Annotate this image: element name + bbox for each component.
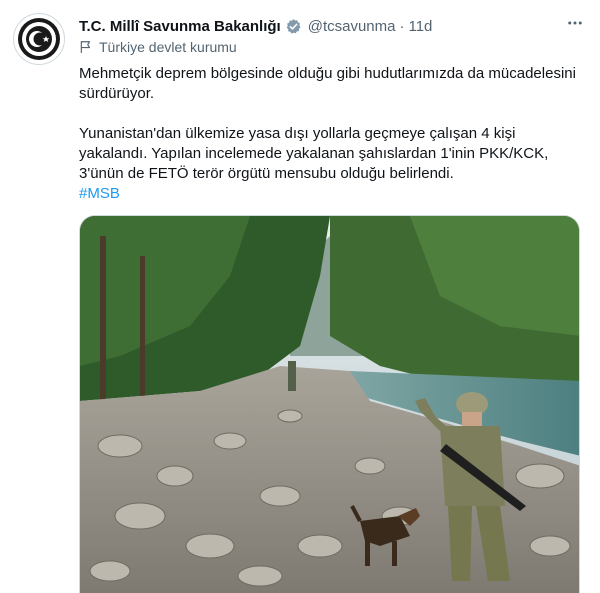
tweet-timestamp[interactable]: 11d — [408, 18, 432, 35]
ministry-emblem-icon — [18, 18, 60, 60]
tweet-paragraph-2: Yunanistan'dan ülkemize yasa dışı yollar… — [79, 125, 549, 182]
photo-soldier-dog-riverbed — [80, 216, 579, 593]
tweet-paragraph-1: Mehmetçik deprem bölgesinde olduğu gibi … — [79, 65, 576, 102]
display-name[interactable]: T.C. Millî Savunma Bakanlığı — [79, 18, 281, 35]
account-handle[interactable]: @tcsavunma — [308, 18, 396, 35]
verified-badge-icon[interactable] — [285, 18, 302, 35]
avatar[interactable] — [13, 13, 65, 65]
affiliation-label[interactable]: Türkiye devlet kurumu — [79, 39, 237, 55]
tweet-card[interactable]: T.C. Millî Savunma Bakanlığı @tcsavunma … — [0, 0, 600, 593]
affiliation-text: Türkiye devlet kurumu — [99, 39, 237, 55]
flag-icon — [80, 41, 91, 53]
tweet-photo[interactable] — [79, 215, 580, 593]
separator-dot: · — [399, 17, 405, 35]
hashtag-link[interactable]: #MSB — [79, 185, 120, 202]
tweet-text: Mehmetçik deprem bölgesinde olduğu gibi … — [79, 64, 579, 204]
tweet-header: T.C. Millî Savunma Bakanlığı @tcsavunma … — [79, 15, 432, 37]
more-dots-icon[interactable] — [564, 12, 586, 34]
